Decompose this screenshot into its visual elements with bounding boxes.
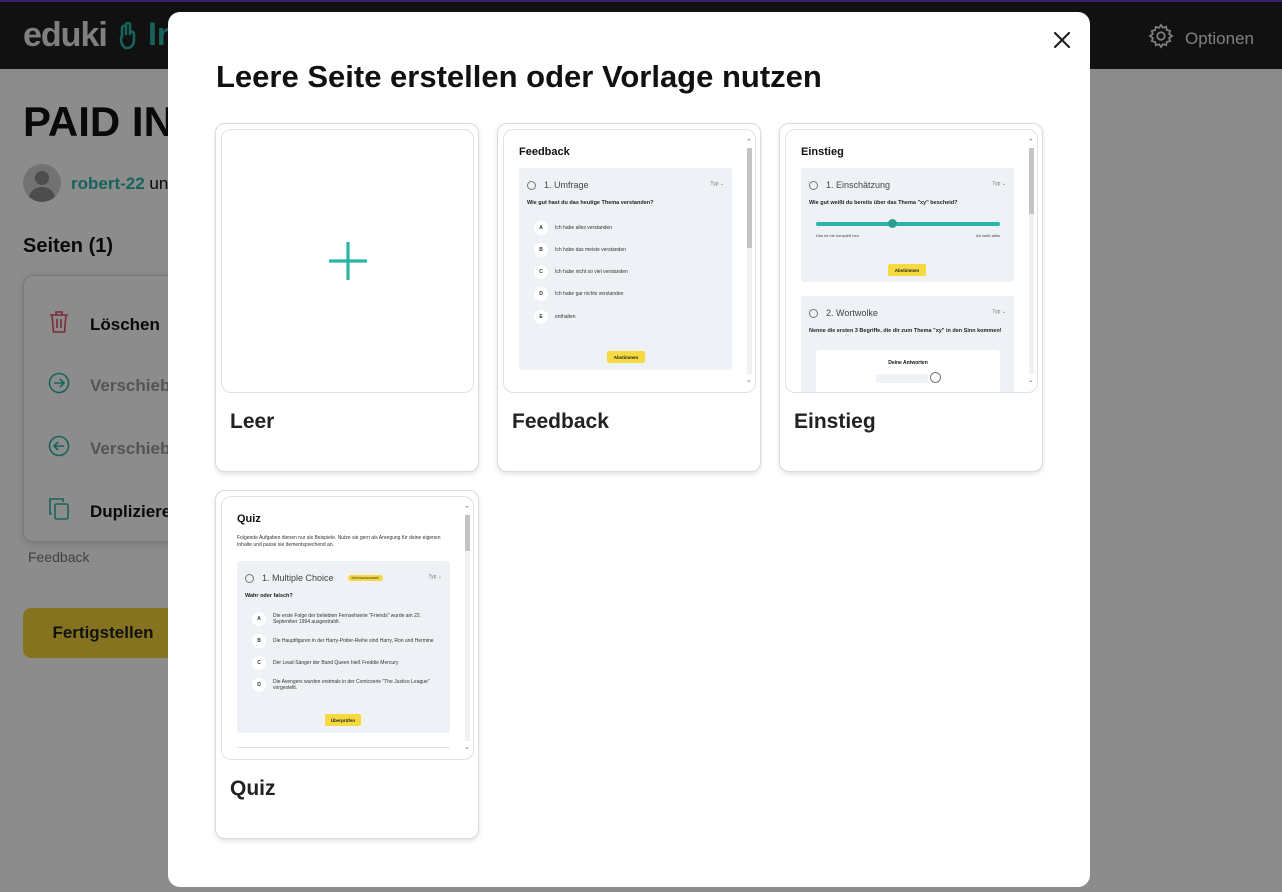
chevron-up-icon: ⌃: [746, 139, 752, 146]
preview-answer: A Ich habe alles verstanden: [534, 221, 612, 235]
preview-question-text: Wahr oder falsch?: [245, 593, 293, 599]
preview-check-button: Überprüfen: [325, 714, 361, 726]
preview-slider: [816, 222, 1000, 226]
preview-scrollbar: ⌃ ⌄: [746, 138, 752, 384]
preview-question-title: 2. Wortwolke: [826, 308, 878, 318]
chevron-up-icon: ⌃: [1028, 139, 1034, 146]
radio-icon: [527, 180, 536, 190]
plus-icon: [328, 241, 368, 285]
preview-answer: A Die erste Folge der beliebten Fernsehse…: [252, 612, 442, 626]
template-label: Feedback: [512, 410, 609, 433]
preview-question-title: 1. Einschätzung: [826, 180, 891, 190]
chevron-up-icon: ⌃: [464, 506, 470, 513]
preview-title: Quiz: [237, 513, 261, 525]
preview-title: Einstieg: [801, 146, 844, 158]
preview-answer: C Der Lead-Sänger der Band Queen hieß Fre…: [252, 656, 442, 670]
template-label: Leer: [230, 410, 275, 433]
preview-question-text: Wie gut weißt du bereits über das Thema …: [809, 200, 958, 206]
preview-question-text: Wie gut hast du das heutige Thema versta…: [527, 200, 654, 206]
preview-slider-knob: [888, 219, 897, 228]
preview-divider: [237, 747, 450, 748]
template-card-feedback[interactable]: ⌃ ⌄ Feedback 1. Umfrage Typ ⌄ Wie gut ha…: [497, 123, 761, 472]
chevron-down-icon: ⌄: [746, 377, 752, 384]
close-button[interactable]: [1048, 26, 1076, 54]
preview-answer-input: [876, 374, 928, 383]
chevron-down-icon: ⌄: [464, 744, 470, 751]
preview-answers-box: Deine Antworten: [816, 350, 1000, 392]
radio-icon: [809, 308, 818, 318]
template-preview: ⌃ ⌄ Quiz Folgende Aufgaben dienen nur al…: [221, 496, 474, 760]
template-label: Einstieg: [794, 410, 876, 433]
template-preview: ⌃ ⌄ Einstieg 1. Einschätzung Typ ⌄ Wie g…: [785, 129, 1038, 393]
preview-submit-icon: [930, 372, 941, 383]
preview-scrollbar: ⌃ ⌄: [464, 505, 470, 751]
preview-answer: B Ich habe das meiste verstanden: [534, 243, 626, 257]
preview-slider-max-label: Ich weiß alles: [975, 233, 1000, 238]
preview-answer: C Ich habe nicht so viel verstanden: [534, 265, 628, 279]
preview-question-title: 1. Multiple Choice: [262, 573, 334, 583]
template-preview: ⌃ ⌄ Feedback 1. Umfrage Typ ⌄ Wie gut ha…: [503, 129, 756, 393]
radio-icon: [245, 573, 254, 583]
preview-question-panel: 1. Multiple Choice Mehrfachauswahl Typ ⌄ …: [237, 561, 450, 733]
preview-question-panel: 1. Einschätzung Typ ⌄ Wie gut weißt du b…: [801, 168, 1014, 282]
close-icon: [1048, 31, 1076, 58]
preview-question-text: Nenne die ersten 3 Begriffe, die dir zum…: [809, 328, 1002, 334]
preview-typ-label: Typ: [992, 181, 1001, 187]
preview-slider-min-label: Das ist mir komplett neu: [816, 233, 859, 238]
preview-title: Feedback: [519, 146, 570, 158]
template-preview: [221, 129, 474, 393]
preview-typ-label: Typ: [710, 181, 719, 187]
template-picker-modal: Leere Seite erstellen oder Vorlage nutze…: [168, 12, 1090, 887]
preview-answer: D Ich habe gar nichts verstanden: [534, 287, 623, 301]
template-card-einstieg[interactable]: ⌃ ⌄ Einstieg 1. Einschätzung Typ ⌄ Wie g…: [779, 123, 1043, 472]
preview-intro-text: Folgende Aufgaben dienen nur als Beispie…: [237, 535, 441, 548]
preview-typ-label: Typ: [992, 309, 1001, 315]
preview-typ-label: Typ: [428, 574, 437, 580]
modal-title: Leere Seite erstellen oder Vorlage nutze…: [216, 59, 822, 94]
preview-badge: Mehrfachauswahl: [347, 575, 383, 581]
preview-question-title: 1. Umfrage: [544, 180, 589, 190]
template-card-quiz[interactable]: ⌃ ⌄ Quiz Folgende Aufgaben dienen nur al…: [215, 490, 479, 839]
preview-vote-button: Abstimmen: [888, 264, 926, 276]
preview-answer: D Die Avengers wurden erstmals in der Com…: [252, 678, 442, 692]
template-card-leer[interactable]: Leer: [215, 123, 479, 472]
preview-question-panel: 1. Umfrage Typ ⌄ Wie gut hast du das heu…: [519, 168, 732, 370]
preview-answer: Eenthalten: [534, 310, 576, 324]
preview-vote-button: Abstimmen: [607, 351, 645, 363]
preview-scrollbar: ⌃ ⌄: [1028, 138, 1034, 384]
chevron-down-icon: ⌄: [1028, 377, 1034, 384]
preview-answers-label: Deine Antworten: [888, 360, 928, 366]
preview-answer: B Die Hauptfiguren in der Harry-Potter-Re…: [252, 634, 442, 648]
radio-icon: [809, 180, 818, 190]
template-label: Quiz: [230, 777, 276, 800]
preview-question-panel: 2. Wortwolke Typ ⌄ Nenne die ersten 3 Be…: [801, 296, 1014, 392]
